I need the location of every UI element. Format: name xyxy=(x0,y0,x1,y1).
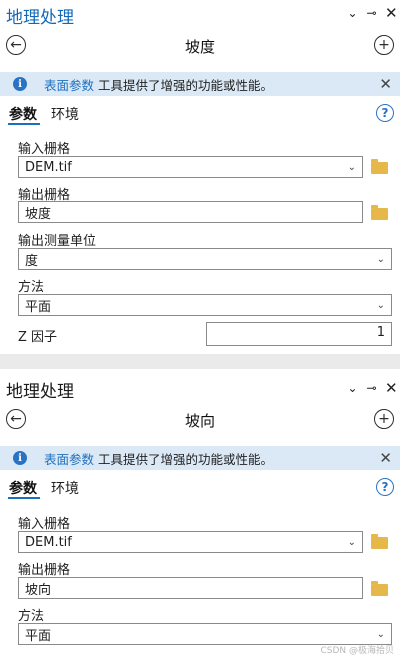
input-raster-dropdown[interactable]: DEM.tif ⌄ xyxy=(18,156,363,178)
folder-icon[interactable] xyxy=(371,159,388,174)
chevron-down-icon: ⌄ xyxy=(347,536,356,548)
help-icon[interactable]: ? xyxy=(376,478,394,496)
z-factor-label: Z 因子 xyxy=(18,330,58,345)
chevron-down-icon: ⌄ xyxy=(347,161,356,173)
active-tab-indicator xyxy=(8,123,40,125)
chevron-down-icon: ⌄ xyxy=(376,628,385,640)
method-dropdown[interactable]: 平面 ⌄ xyxy=(18,294,392,316)
active-tab-indicator xyxy=(8,497,40,499)
pane-title-controls: ⌄ ⊸ ✕ xyxy=(347,379,398,397)
pane-title-controls: ⌄ ⊸ ✕ xyxy=(347,4,398,22)
pane-title: 地理处理 xyxy=(6,382,74,402)
banner-message: 表面参数 工具提供了增强的功能或性能。 xyxy=(44,75,273,94)
tool-name: 坡向 xyxy=(184,412,215,430)
method-dropdown[interactable]: 平面 ⌄ xyxy=(18,623,392,645)
help-icon[interactable]: ? xyxy=(376,104,394,122)
folder-icon[interactable] xyxy=(371,581,388,596)
method-label: 方法 xyxy=(18,609,45,624)
input-raster-value: DEM.tif xyxy=(25,534,72,550)
measurement-unit-dropdown[interactable]: 度 ⌄ xyxy=(18,248,392,270)
z-factor-input[interactable]: 1 xyxy=(206,322,392,346)
tab-environments[interactable]: 环境 xyxy=(51,104,79,124)
method-label: 方法 xyxy=(18,280,45,295)
tab-environments[interactable]: 环境 xyxy=(51,478,79,498)
method-value: 平面 xyxy=(25,628,52,644)
tab-parameters[interactable]: 参数 xyxy=(9,104,37,124)
close-banner-icon[interactable]: ✕ xyxy=(379,449,392,467)
banner-text: 工具提供了增强的功能或性能。 xyxy=(94,451,273,467)
info-banner: i 表面参数 工具提供了增强的功能或性能。 ✕ xyxy=(0,446,400,470)
close-pane-icon[interactable]: ✕ xyxy=(385,379,398,397)
tab-parameters[interactable]: 参数 xyxy=(9,478,37,498)
close-banner-icon[interactable]: ✕ xyxy=(379,75,392,93)
measurement-unit-value: 度 xyxy=(25,253,39,269)
folder-icon[interactable] xyxy=(371,205,388,220)
info-icon: i xyxy=(13,451,27,465)
watermark: CSDN @极海拾贝 xyxy=(320,646,394,656)
banner-text: 工具提供了增强的功能或性能。 xyxy=(94,77,273,93)
folder-icon[interactable] xyxy=(371,534,388,549)
pane-separator xyxy=(0,354,400,369)
output-raster-value: 坡向 xyxy=(25,582,52,598)
input-raster-value: DEM.tif xyxy=(25,159,72,175)
method-value: 平面 xyxy=(25,299,52,315)
chevron-down-icon: ⌄ xyxy=(376,299,385,311)
info-icon: i xyxy=(13,77,27,91)
add-icon[interactable]: + xyxy=(374,35,394,55)
tool-name: 坡度 xyxy=(184,38,215,56)
banner-message: 表面参数 工具提供了增强的功能或性能。 xyxy=(44,449,273,468)
geoprocessing-pane-aspect: 地理处理 ⌄ ⊸ ✕ ← 坡向 + i 表面参数 工具提供了增强的功能或性能。 … xyxy=(0,369,400,662)
output-raster-value: 坡度 xyxy=(25,206,52,222)
pin-icon[interactable]: ⊸ xyxy=(366,6,377,20)
info-banner: i 表面参数 工具提供了增强的功能或性能。 ✕ xyxy=(0,72,400,96)
measurement-unit-label: 输出测量单位 xyxy=(18,234,97,249)
output-raster-label: 输出栅格 xyxy=(18,563,71,578)
banner-link[interactable]: 表面参数 xyxy=(44,78,94,93)
output-raster-input[interactable]: 坡度 xyxy=(18,201,363,223)
pin-icon[interactable]: ⊸ xyxy=(366,381,377,395)
output-raster-input[interactable]: 坡向 xyxy=(18,577,363,599)
input-raster-label: 输入栅格 xyxy=(18,517,71,532)
geoprocessing-pane-slope: 地理处理 ⌄ ⊸ ✕ ← 坡度 + i 表面参数 工具提供了增强的功能或性能。 … xyxy=(0,0,400,354)
options-chevron-icon[interactable]: ⌄ xyxy=(347,6,358,20)
add-icon[interactable]: + xyxy=(374,409,394,429)
pane-title: 地理处理 xyxy=(6,8,74,28)
close-pane-icon[interactable]: ✕ xyxy=(385,4,398,22)
banner-link[interactable]: 表面参数 xyxy=(44,452,94,467)
chevron-down-icon: ⌄ xyxy=(376,253,385,265)
options-chevron-icon[interactable]: ⌄ xyxy=(347,381,358,395)
input-raster-label: 输入栅格 xyxy=(18,142,71,157)
input-raster-dropdown[interactable]: DEM.tif ⌄ xyxy=(18,531,363,553)
